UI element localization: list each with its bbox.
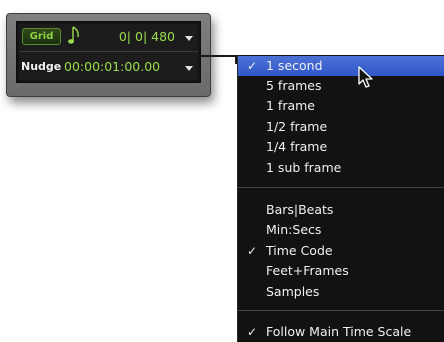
menu-item-bars-beats[interactable]: Bars|Beats [238, 200, 444, 220]
menu-item-label: 1/4 frame [266, 139, 328, 154]
checkmark-icon: ✓ [247, 244, 258, 258]
menu-item-label: 1 frame [266, 98, 315, 113]
checkmark-icon: ✓ [247, 325, 258, 339]
connector-line [199, 55, 236, 57]
menu-item-label: 1 second [266, 58, 323, 73]
grid-dropdown-icon[interactable] [185, 36, 193, 41]
menu-item-min-secs[interactable]: Min:Secs [238, 220, 444, 240]
grid-nudge-panel: Grid 0| 0| 480 Nudge 00:00:01:00.00 [6, 13, 211, 97]
menu-item-samples[interactable]: Samples [238, 282, 444, 302]
menu-item-1-frame[interactable]: 1 frame [238, 96, 444, 116]
checkmark-icon: ✓ [247, 59, 258, 73]
menu-item-quarter-frame[interactable]: 1/4 frame [238, 137, 444, 157]
nudge-dropdown-icon[interactable] [185, 66, 193, 71]
menu-item-label: Bars|Beats [266, 202, 334, 217]
menu-item-label: Feet+Frames [266, 263, 349, 278]
menu-item-label: Follow Main Time Scale [266, 324, 412, 339]
grid-nudge-display: Grid 0| 0| 480 Nudge 00:00:01:00.00 [16, 21, 201, 83]
menu-item-label: 1 sub frame [266, 160, 342, 175]
menu-item-feet-frames[interactable]: Feet+Frames [238, 261, 444, 281]
grid-button[interactable]: Grid [22, 28, 61, 45]
menu-item-follow-main-time-scale[interactable]: ✓ Follow Main Time Scale [238, 322, 444, 342]
menu-divider [238, 310, 444, 311]
menu-item-5-frames[interactable]: 5 frames [238, 76, 444, 96]
grid-value[interactable]: 0| 0| 480 [93, 28, 175, 45]
nudge-menu: ✓ 1 second 5 frames 1 frame 1/2 frame 1/… [237, 55, 444, 342]
eighth-note-icon [68, 26, 79, 44]
nudge-row: Nudge 00:00:01:00.00 [17, 54, 200, 81]
menu-item-1-sub-frame[interactable]: 1 sub frame [238, 158, 444, 178]
menu-item-label: Min:Secs [266, 222, 322, 237]
grid-row: Grid 0| 0| 480 [17, 25, 200, 52]
menu-item-label: 5 frames [266, 78, 322, 93]
menu-item-half-frame[interactable]: 1/2 frame [238, 117, 444, 137]
menu-item-label: Samples [266, 284, 320, 299]
menu-divider [238, 187, 444, 188]
menu-item-label: Time Code [266, 243, 333, 258]
menu-item-label: 1/2 frame [266, 119, 328, 134]
menu-item-1-second[interactable]: ✓ 1 second [238, 56, 444, 76]
row-divider [19, 51, 198, 52]
nudge-value[interactable]: 00:00:01:00.00 [64, 58, 176, 75]
nudge-label: Nudge [21, 60, 62, 73]
menu-item-time-code[interactable]: ✓ Time Code [238, 241, 444, 261]
